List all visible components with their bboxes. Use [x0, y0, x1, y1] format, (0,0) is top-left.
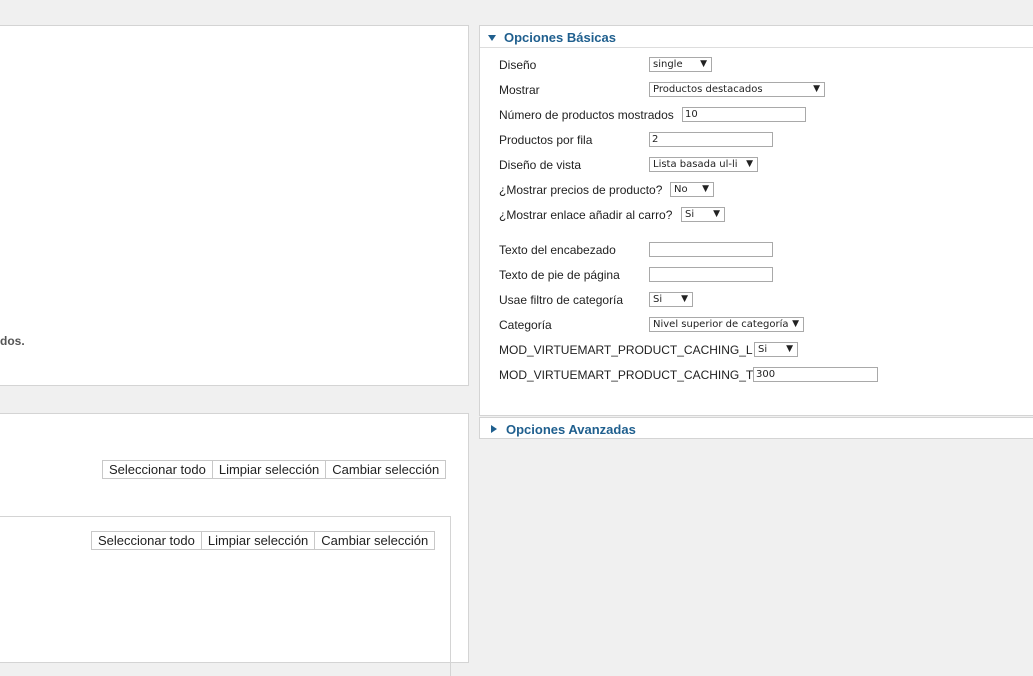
option-label: Número de productos mostrados: [499, 108, 674, 122]
select-value: Si: [653, 294, 663, 305]
chevron-down-icon: ▼: [702, 184, 709, 194]
option-label: Categoría: [499, 318, 552, 332]
basic-options-header[interactable]: Opciones Básicas: [488, 29, 616, 45]
enlace-carro-select[interactable]: Si ▼: [681, 207, 725, 222]
caching-t-input[interactable]: 300: [753, 367, 878, 382]
left-top-panel: [0, 25, 469, 386]
advanced-options-panel: Opciones Avanzadas: [479, 417, 1033, 439]
triangle-down-icon: [488, 35, 496, 41]
selection-buttons-top: Seleccionar todo Limpiar selección Cambi…: [102, 460, 447, 479]
option-label: Texto del encabezado: [499, 243, 616, 257]
diseno-select[interactable]: single ▼: [649, 57, 712, 72]
option-label: Productos por fila: [499, 133, 593, 147]
select-value: Si: [758, 344, 768, 355]
option-label: Diseño de vista: [499, 158, 582, 172]
basic-options-title: Opciones Básicas: [504, 29, 616, 45]
option-label: Usae filtro de categoría: [499, 293, 624, 307]
select-value: Si: [685, 209, 695, 220]
truncated-description: dos.: [0, 334, 25, 348]
option-label: Texto de pie de página: [499, 268, 620, 282]
diseno-vista-select[interactable]: Lista basada ul-li ▼: [649, 157, 758, 172]
chevron-down-icon: ▼: [681, 294, 688, 304]
basic-options-panel: Opciones Básicas Diseño single ▼ Mostrar …: [479, 25, 1033, 416]
select-all-button[interactable]: Seleccionar todo: [102, 460, 213, 479]
toggle-selection-button[interactable]: Cambiar selección: [325, 460, 447, 479]
texto-encabezado-input[interactable]: [649, 242, 773, 257]
chevron-down-icon: ▼: [813, 84, 820, 94]
option-label: Diseño: [499, 58, 537, 72]
chevron-down-icon: ▼: [746, 159, 753, 169]
caching-l-select[interactable]: Si ▼: [754, 342, 798, 357]
advanced-options-title: Opciones Avanzadas: [506, 421, 636, 437]
filtro-categoria-select[interactable]: Si ▼: [649, 292, 693, 307]
categoria-select[interactable]: Nivel superior de categoría ▼: [649, 317, 804, 332]
select-value: single: [653, 59, 683, 70]
select-all-button[interactable]: Seleccionar todo: [91, 531, 202, 550]
selection-buttons-inner: Seleccionar todo Limpiar selección Cambi…: [91, 531, 436, 550]
option-label: ¿Mostrar precios de producto?: [499, 183, 663, 197]
chevron-down-icon: ▼: [792, 319, 799, 329]
clear-selection-button[interactable]: Limpiar selección: [200, 531, 316, 550]
mostrar-precios-select[interactable]: No ▼: [670, 182, 714, 197]
chevron-down-icon: ▼: [786, 344, 793, 354]
option-label: MOD_VIRTUEMART_PRODUCT_CACHING_L: [499, 343, 753, 357]
triangle-right-icon: [491, 425, 497, 433]
texto-pie-input[interactable]: [649, 267, 773, 282]
select-value: No: [674, 184, 688, 195]
chevron-down-icon: ▼: [713, 209, 720, 219]
clear-selection-button[interactable]: Limpiar selección: [211, 460, 327, 479]
select-value: Productos destacados: [653, 84, 763, 95]
section-divider: [480, 47, 1033, 48]
productos-fila-input[interactable]: 2: [649, 132, 773, 147]
select-value: Lista basada ul-li: [653, 159, 738, 170]
advanced-options-header[interactable]: Opciones Avanzadas: [488, 421, 636, 437]
select-value: Nivel superior de categoría: [653, 319, 789, 330]
toggle-selection-button[interactable]: Cambiar selección: [314, 531, 436, 550]
option-label: ¿Mostrar enlace añadir al carro?: [499, 208, 673, 222]
option-label: Mostrar: [499, 83, 540, 97]
num-productos-input[interactable]: 10: [682, 107, 806, 122]
option-label: MOD_VIRTUEMART_PRODUCT_CACHING_T: [499, 368, 754, 382]
mostrar-select[interactable]: Productos destacados ▼: [649, 82, 825, 97]
chevron-down-icon: ▼: [700, 59, 707, 69]
